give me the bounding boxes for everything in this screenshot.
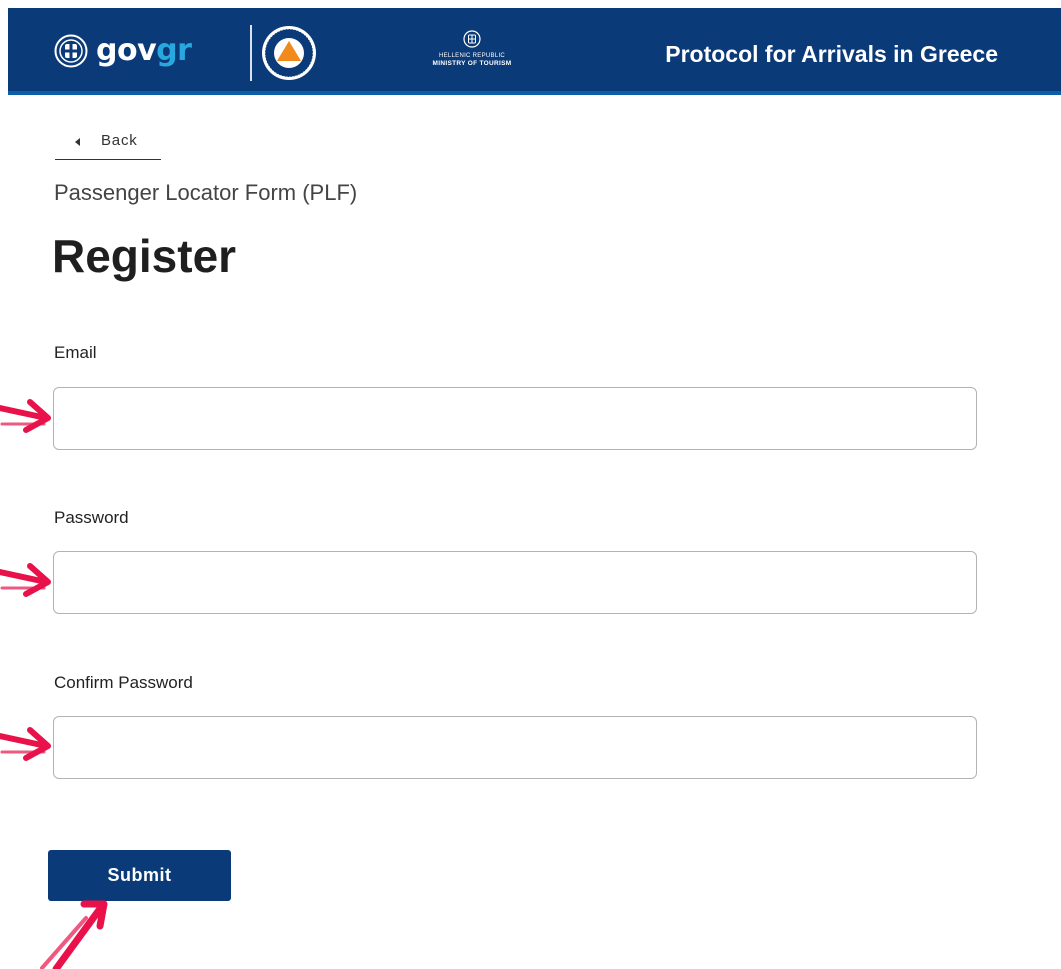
password-label: Password [54,508,129,527]
password-field[interactable] [53,551,977,614]
page-subtitle: Passenger Locator Form (PLF) [54,180,358,205]
ministry-line1: HELLENIC REPUBLIC [438,53,506,59]
page-title: Register [52,230,237,282]
annotation-arrow [0,727,51,761]
header-title: Protocol for Arrivals in Greece [665,41,998,67]
back-label: Back [101,132,138,149]
civil-protection-logo [262,26,316,80]
header-divider [250,25,252,81]
email-label: Email [54,343,97,362]
govgr-wordmark: govgr [96,33,192,68]
email-field[interactable] [53,387,977,450]
back-link[interactable]: Back [55,128,161,160]
govgr-logo[interactable]: govgr [54,33,192,68]
back-triangle-icon [75,138,80,146]
ministry-line2: MINISTRY OF TOURISM [432,60,512,67]
annotation-arrow [0,563,51,597]
greek-emblem-icon [54,34,88,68]
ministry-emblem-icon [463,30,481,48]
confirm-password-label: Confirm Password [54,673,193,692]
annotation-arrow [40,900,108,969]
submit-button[interactable]: Submit [48,850,231,901]
ministry-of-tourism-logo: HELLENIC REPUBLIC MINISTRY OF TOURISM [414,30,530,68]
confirm-password-field[interactable] [53,716,977,779]
site-header: govgr HELLENIC REPUBLIC MINISTRY OF TOUR… [8,8,1061,95]
annotation-arrow [0,399,51,433]
